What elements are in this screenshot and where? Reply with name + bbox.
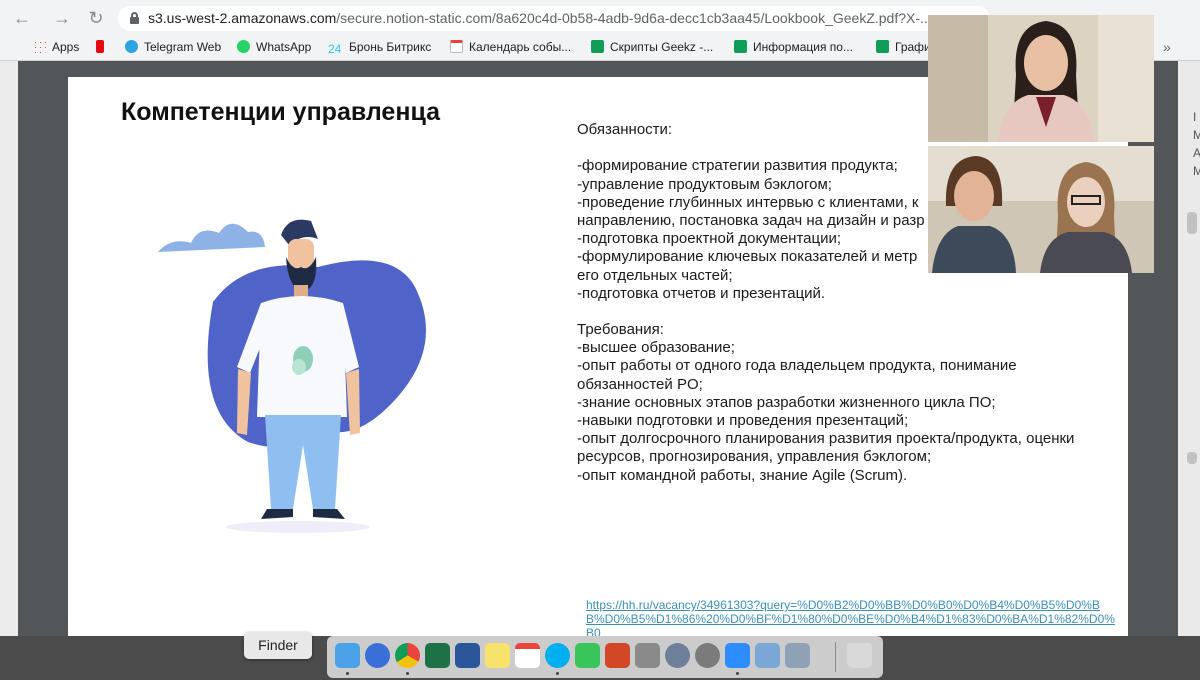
text-line: -опыт работы от одного года владельцем п…	[577, 357, 1017, 375]
vacancy-link[interactable]: https://hh.ru/vacancy/34961303?query=%D0…	[586, 598, 1118, 636]
side-text: M	[1193, 164, 1200, 178]
url-host: s3.us-west-2.amazonaws.com	[148, 10, 337, 26]
bookmark-bitrix[interactable]: 24 Бронь Битрикс	[328, 40, 431, 58]
side-text: I	[1193, 110, 1197, 124]
text-line: -навыки подготовки и проведения презента…	[577, 412, 909, 429]
bookmark-label: Бронь Битрикс	[349, 40, 432, 54]
text-line: -высшее образование;	[577, 339, 735, 357]
participant-video	[928, 146, 1154, 273]
video-tile-participants[interactable]	[928, 146, 1154, 273]
skype-icon[interactable]	[545, 643, 570, 668]
sheets-icon	[734, 40, 747, 53]
migration-icon[interactable]	[635, 643, 660, 668]
text-line: -опыт командной работы, знание Agile (Sc…	[577, 466, 908, 484]
whatsapp-icon	[237, 40, 250, 53]
video-tile-presenter[interactable]	[928, 15, 1154, 142]
running-indicator	[736, 672, 739, 675]
bitrix24-icon: 24	[328, 42, 342, 56]
sheets-icon	[591, 40, 604, 53]
side-text: M	[1193, 128, 1200, 142]
running-indicator	[406, 672, 409, 675]
participant-video	[928, 15, 1154, 142]
text-line: -подготовка отчетов и презентаций.	[577, 284, 826, 302]
reload-icon[interactable]: ↻	[86, 8, 106, 28]
running-indicator	[346, 672, 349, 675]
word-icon[interactable]	[455, 643, 480, 668]
bookmark-label: Графи	[895, 40, 931, 54]
bookmark-telegram[interactable]: Telegram Web	[125, 40, 221, 58]
address-bar[interactable]: s3.us-west-2.amazonaws.com/secure.notion…	[118, 6, 990, 31]
launchpad-icon[interactable]	[665, 643, 690, 668]
running-indicator	[556, 672, 559, 675]
text-line: обязанностей PO;	[577, 375, 703, 393]
bookmark-whatsapp[interactable]: WhatsApp	[237, 40, 311, 58]
apps-grid-icon	[33, 40, 46, 53]
bookmark-scripts[interactable]: Скрипты Geekz -...	[591, 40, 713, 58]
bookmark-label: Telegram Web	[144, 40, 222, 54]
netflix-icon	[96, 40, 104, 53]
bookmark-info[interactable]: Информация по...	[734, 40, 853, 58]
trash-icon[interactable]	[847, 643, 872, 668]
text-line: -знание основных этапов разработки жизне…	[577, 393, 996, 411]
scroll-thumb[interactable]	[1187, 452, 1197, 464]
calendar-icon[interactable]	[515, 643, 540, 668]
chrome-icon[interactable]	[395, 643, 420, 668]
bookmark-apps[interactable]: Apps	[33, 40, 79, 58]
bookmark-netflix[interactable]	[96, 40, 110, 58]
powerpoint-icon[interactable]	[605, 643, 630, 668]
facetime-icon[interactable]	[575, 643, 600, 668]
bookmark-label: Apps	[52, 40, 80, 54]
image-capture-icon[interactable]	[785, 643, 810, 668]
calendar-icon	[450, 40, 463, 53]
dock-separator	[835, 642, 836, 672]
telegram-icon	[125, 40, 138, 53]
text-gap	[577, 303, 1097, 321]
excel-icon[interactable]	[425, 643, 450, 668]
scroll-thumb[interactable]	[1187, 212, 1197, 234]
sheets-icon	[876, 40, 889, 53]
side-text: A	[1193, 146, 1200, 160]
siri-icon[interactable]	[365, 643, 390, 668]
slide-title: Компетенции управленца	[121, 98, 441, 126]
screen: ← → ↻ s3.us-west-2.amazonaws.com/secure.…	[0, 0, 1200, 680]
bookmark-label: Календарь собы...	[469, 40, 572, 54]
dock-tooltip: Finder	[244, 632, 312, 659]
chevron-more-icon[interactable]: »	[1163, 39, 1171, 55]
bookmark-label: Информация по...	[753, 40, 853, 54]
zoom-icon[interactable]	[725, 643, 750, 668]
url-path: /secure.notion-static.com/8a620c4d-0b58-…	[336, 10, 932, 26]
bookmark-calendar[interactable]: Календарь собы...	[450, 40, 571, 58]
bookmark-label: Скрипты Geekz -...	[610, 40, 714, 54]
product-owner-illustration	[158, 219, 426, 533]
preview-icon[interactable]	[755, 643, 780, 668]
text-line: Требования:	[577, 321, 664, 339]
finder-icon[interactable]	[335, 643, 360, 668]
bookmark-label: WhatsApp	[256, 40, 312, 54]
notes-icon[interactable]	[485, 643, 510, 668]
bookmark-graphs[interactable]: Графи	[876, 40, 931, 58]
macos-dock	[327, 636, 883, 678]
text-line: -опыт долгосрочного планирования развити…	[577, 430, 1075, 448]
forward-icon[interactable]: →	[52, 8, 72, 28]
lock-icon	[130, 12, 139, 24]
system-preferences-icon[interactable]	[695, 643, 720, 668]
back-icon[interactable]: ←	[12, 8, 32, 28]
text-line: ресурсов, прогнозирования, управления бэ…	[577, 448, 932, 466]
